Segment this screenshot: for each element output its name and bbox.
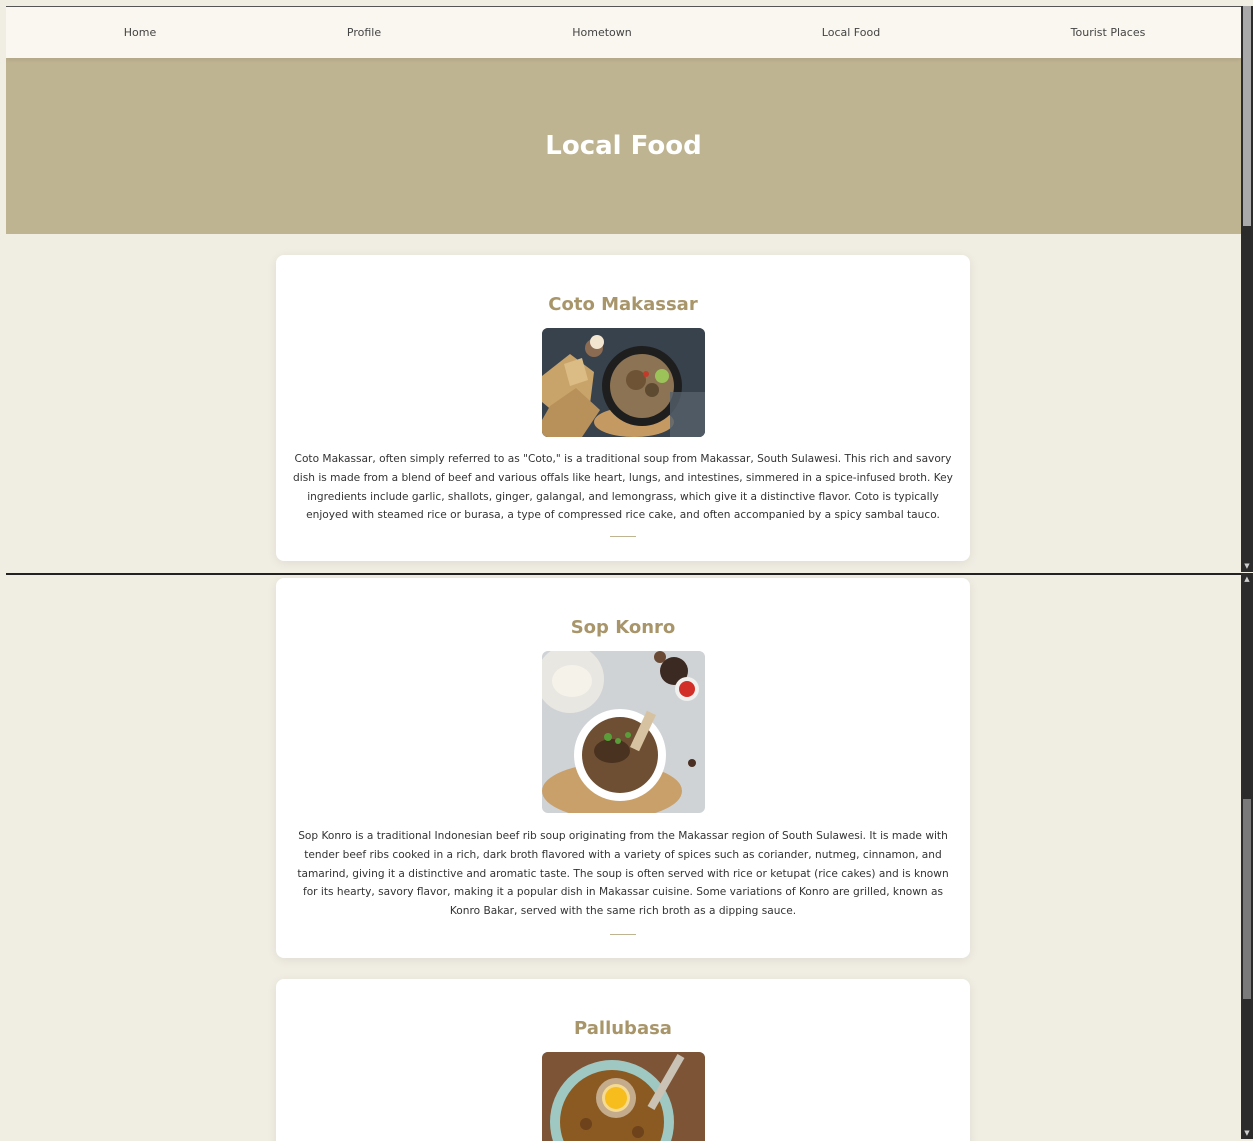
nav-local-food[interactable]: Local Food — [822, 7, 880, 58]
viewport-top: Home Profile Hometown Local Food Tourist… — [6, 6, 1241, 573]
navbar: Home Profile Hometown Local Food Tourist… — [6, 7, 1241, 58]
nav-hometown[interactable]: Hometown — [572, 7, 632, 58]
food-card-coto-makassar: Coto Makassar Coto Makassar, often simpl… — [276, 255, 970, 561]
food-card-sop-konro: Sop Konro Sop Konro is a traditional Ind… — [276, 578, 970, 958]
coto-makassar-photo — [541, 328, 705, 437]
scrollbar-thumb[interactable] — [1243, 6, 1251, 226]
pallubasa-photo — [541, 1052, 705, 1141]
viewport-bottom: Sop Konro Sop Konro is a traditional Ind… — [6, 573, 1241, 1141]
food-description: Coto Makassar, often simply referred to … — [293, 453, 953, 522]
food-description: Sop Konro is a traditional Indonesian be… — [297, 830, 949, 918]
page-title: Local Food — [545, 131, 702, 161]
scrollbar-top[interactable]: ▼ — [1241, 6, 1253, 572]
hero-banner: Local Food — [6, 58, 1241, 234]
scroll-down-arrow-icon[interactable]: ▼ — [1241, 560, 1253, 572]
card-divider — [610, 536, 636, 538]
food-title: Pallubasa — [574, 1018, 672, 1039]
card-divider — [610, 933, 636, 935]
pallubasa-image — [541, 1052, 705, 1141]
scroll-up-arrow-icon[interactable]: ▲ — [1241, 573, 1253, 585]
scroll-down-arrow-icon[interactable]: ▼ — [1241, 1127, 1253, 1139]
scrollbar-thumb[interactable] — [1243, 799, 1251, 999]
food-card-pallubasa: Pallubasa — [276, 979, 970, 1141]
food-title: Coto Makassar — [548, 294, 698, 315]
nav-profile[interactable]: Profile — [347, 7, 381, 58]
coto-makassar-image — [541, 328, 705, 437]
scrollbar-bottom[interactable]: ▲ ▼ — [1241, 573, 1253, 1139]
food-title: Sop Konro — [570, 617, 676, 638]
sop-konro-image — [541, 651, 705, 813]
nav-tourist-places[interactable]: Tourist Places — [1071, 7, 1146, 58]
nav-home[interactable]: Home — [124, 7, 156, 58]
sop-konro-photo — [541, 651, 705, 813]
